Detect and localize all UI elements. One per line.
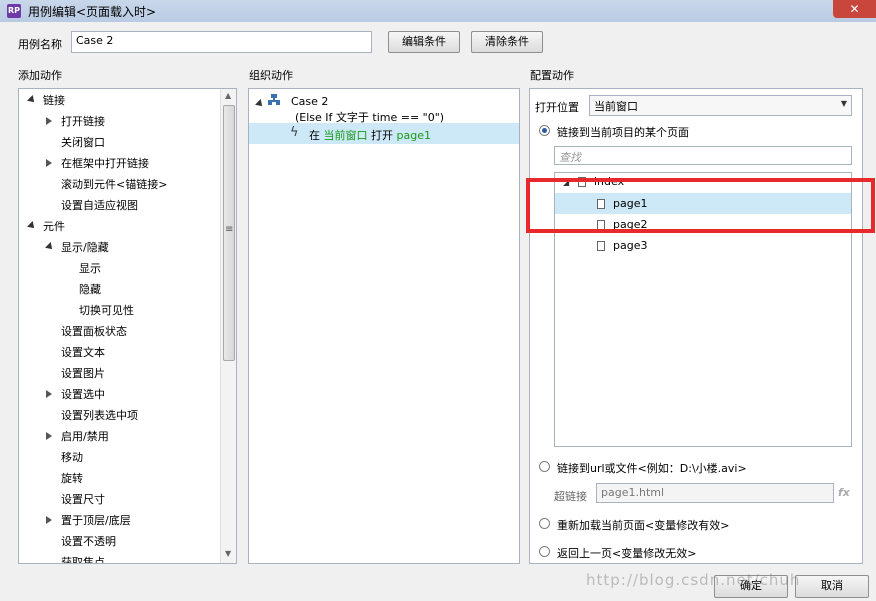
action-tree-label: 设置文本: [61, 346, 105, 359]
app-icon: RP: [7, 4, 21, 18]
action-tree-label: 在框架中打开链接: [61, 157, 149, 170]
scroll-thumb[interactable]: ≡: [223, 105, 235, 361]
case-icon: [268, 94, 280, 105]
watermark: http://blog.csdn.net/chuh: [586, 571, 801, 589]
action-tree-label: 获取焦点: [61, 556, 105, 564]
action-tree-label: 旋转: [61, 472, 83, 485]
expand-arrow-icon[interactable]: [45, 242, 55, 252]
radio-link-page-label[interactable]: 链接到当前项目的某个页面: [557, 124, 689, 140]
case-expand-icon[interactable]: [255, 97, 265, 110]
open-in-value: 当前窗口: [594, 100, 638, 113]
radio-reload[interactable]: [539, 518, 550, 529]
action-tree-label: 设置选中: [61, 388, 105, 401]
configure-actions-header: 配置动作: [530, 69, 574, 82]
action-target: 当前窗口: [323, 129, 368, 142]
case-item-label[interactable]: Case 2: [291, 95, 328, 108]
action-tree-label: 设置尺寸: [61, 493, 105, 506]
open-in-select[interactable]: 当前窗口 ▼: [589, 95, 852, 116]
add-actions-scrollbar[interactable]: ▲ ≡ ▼: [220, 89, 236, 563]
window-title: 用例编辑<页面载入时>: [28, 5, 157, 19]
scroll-up-icon[interactable]: ▲: [225, 91, 231, 100]
clear-condition-button[interactable]: 清除条件: [471, 31, 543, 53]
action-tree-label: 移动: [61, 451, 83, 464]
action-tree-label: 链接: [43, 94, 65, 107]
action-tree-label: 隐藏: [79, 283, 101, 296]
action-tree-label: 打开链接: [61, 115, 105, 128]
action-tree-label: 设置面板状态: [61, 325, 127, 338]
action-tree-label: 设置自适应视图: [61, 199, 138, 212]
action-tree-label: 滚动到元件<锚链接>: [61, 178, 168, 191]
expand-arrow-icon[interactable]: [27, 221, 37, 231]
page-search-input[interactable]: 查找: [554, 146, 852, 165]
fx-button[interactable]: fx: [838, 486, 850, 499]
collapse-arrow-icon[interactable]: [46, 432, 52, 440]
organize-actions-panel: Case 2 (Else If 文字于 time == "0") ϟ 在 当前窗…: [248, 88, 520, 564]
action-tree-label: 元件: [43, 220, 65, 233]
collapse-arrow-icon[interactable]: [46, 390, 52, 398]
action-tree-label: 置于顶层/底层: [61, 514, 131, 527]
action-tree-label: 设置不透明: [61, 535, 116, 548]
action-page: page1: [396, 129, 431, 142]
add-actions-header: 添加动作: [18, 69, 62, 82]
add-actions-tree: 链接打开链接关闭窗口在框架中打开链接滚动到元件<锚链接> 设置自适应视图元件显示/…: [19, 89, 219, 564]
radio-link-url-label[interactable]: 链接到url或文件<例如：D:\小楼.avi>: [557, 460, 747, 476]
page-label: page3: [613, 239, 648, 252]
radio-back[interactable]: [539, 546, 550, 557]
organize-actions-header: 组织动作: [249, 69, 293, 82]
action-text: 在 当前窗口 打开 page1: [309, 127, 431, 143]
collapse-arrow-icon[interactable]: [46, 159, 52, 167]
action-tree-label: 设置列表选中项: [61, 409, 138, 422]
action-tree-label: 切换可见性: [79, 304, 134, 317]
action-tree-label: 显示: [79, 262, 101, 275]
radio-link-page[interactable]: [539, 125, 550, 136]
hyperlink-label: 超链接: [554, 490, 587, 503]
radio-reload-label[interactable]: 重新加载当前页面<变量修改有效>: [557, 517, 729, 533]
hyperlink-input[interactable]: page1.html: [596, 483, 834, 503]
action-prefix: 在: [309, 129, 320, 142]
cancel-button[interactable]: 取消: [795, 575, 869, 598]
case-name-input[interactable]: Case 2: [71, 31, 372, 53]
close-button[interactable]: ✕: [833, 0, 876, 18]
action-item-selected[interactable]: ϟ 在 当前窗口 打开 page1: [249, 123, 519, 144]
action-tree-label: 启用/禁用: [61, 430, 109, 443]
expand-arrow-icon[interactable]: [27, 95, 37, 105]
page-icon: [597, 241, 605, 251]
radio-back-label[interactable]: 返回上一页<变量修改无效>: [557, 545, 696, 561]
scroll-down-icon[interactable]: ▼: [225, 549, 231, 558]
action-tree-label: 显示/隐藏: [61, 241, 109, 254]
chevron-down-icon: ▼: [840, 99, 847, 108]
collapse-arrow-icon[interactable]: [46, 117, 52, 125]
case-name-label: 用例名称: [18, 38, 62, 51]
collapse-arrow-icon[interactable]: [46, 516, 52, 524]
action-verb: 打开: [371, 129, 393, 142]
lightning-icon: ϟ: [290, 125, 299, 140]
scroll-grip-icon: ≡: [225, 224, 234, 235]
radio-link-url[interactable]: [539, 461, 550, 472]
action-tree-label: 设置图片: [61, 367, 105, 380]
open-in-label: 打开位置: [535, 101, 579, 114]
edit-condition-button[interactable]: 编辑条件: [388, 31, 460, 53]
page-row-page3[interactable]: page3: [555, 235, 851, 256]
add-actions-panel: 链接打开链接关闭窗口在框架中打开链接滚动到元件<锚链接> 设置自适应视图元件显示/…: [18, 88, 237, 564]
annotation-highlight-box: [526, 178, 875, 233]
action-tree-label: 关闭窗口: [61, 136, 105, 149]
